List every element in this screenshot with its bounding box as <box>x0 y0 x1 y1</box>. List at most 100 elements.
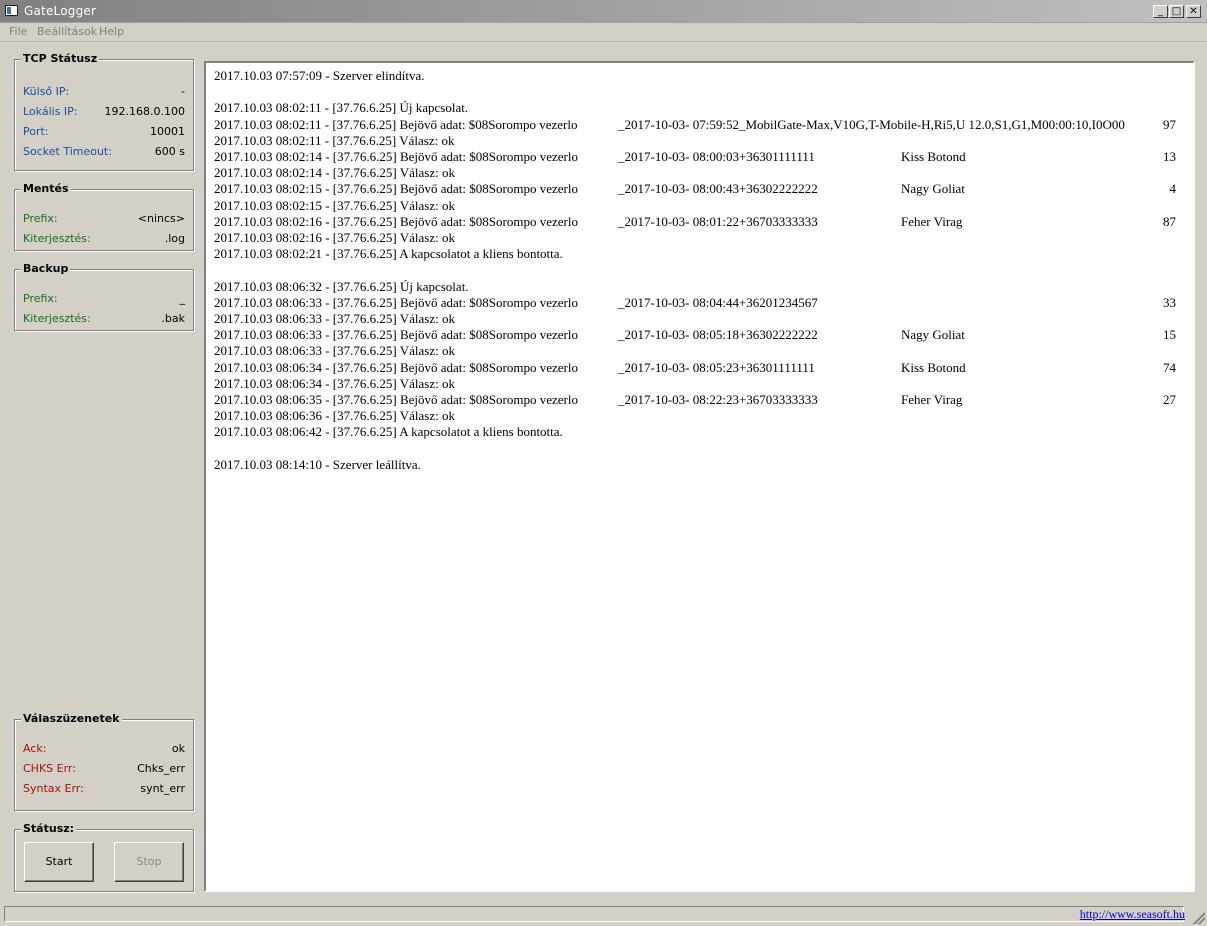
minimize-button[interactable]: _ <box>1153 5 1168 18</box>
log-name: Feher Virag <box>901 213 963 229</box>
status-bar <box>4 906 1184 922</box>
log-value: 15 <box>1163 327 1176 343</box>
row-label: Prefix: <box>23 292 58 305</box>
row-value: Chks_err <box>137 762 185 775</box>
log-text: 2017.10.03 08:02:14 - [37.76.6.25] Bejöv… <box>214 149 578 164</box>
row-value: - <box>181 85 185 98</box>
app-icon <box>5 5 18 16</box>
row-value: ok <box>171 742 185 755</box>
log-payload: _2017-10-03- 08:01:22+36703333333 <box>618 213 818 229</box>
log-name: Feher Virag <box>901 392 963 407</box>
log-text: 2017.10.03 08:02:15 - [37.76.6.25] Válas… <box>214 197 455 213</box>
log-payload: _2017-10-03- 08:00:43+36302222222 <box>618 181 818 197</box>
port-row: Port: 10001 <box>23 125 185 139</box>
row-label: Külső IP: <box>23 85 70 98</box>
log-payload: _2017-10-03- 08:05:23+36301111111 <box>618 359 815 375</box>
log-value: 74 <box>1163 359 1176 375</box>
menu-file[interactable]: File <box>9 25 27 38</box>
group-title: TCP Státusz <box>21 52 100 65</box>
ack-row: Ack: ok <box>23 742 185 756</box>
close-button[interactable]: ✕ <box>1186 5 1201 18</box>
group-title: Válaszüzenetek <box>21 712 122 725</box>
log-text: 2017.10.03 08:06:42 - [37.76.6.25] A kap… <box>214 424 563 440</box>
log-text: 2017.10.03 08:06:36 - [37.76.6.25] Válas… <box>214 408 455 424</box>
resize-grip[interactable] <box>1193 912 1205 924</box>
close-icon: ✕ <box>1189 6 1198 17</box>
log-text: 2017.10.03 08:06:32 - [37.76.6.25] Új ka… <box>214 278 469 294</box>
log-value: 13 <box>1163 149 1176 164</box>
log-payload: _2017-10-03- 08:22:23+36703333333 <box>618 392 818 407</box>
row-value: <nincs> <box>137 212 185 225</box>
log-name: Kiss Botond <box>901 149 966 164</box>
maximize-button[interactable]: □ <box>1169 5 1184 18</box>
log-value: 4 <box>1169 181 1177 197</box>
website-link[interactable]: http://www.seasoft.hu <box>1080 907 1185 922</box>
group-title: Mentés <box>21 182 71 195</box>
socket-timeout-row: Socket Timeout: 600 s <box>23 145 185 159</box>
log-text: 2017.10.03 08:06:33 - [37.76.6.25] Válas… <box>214 311 455 326</box>
syntax-err-row: Syntax Err: synt_err <box>23 782 185 796</box>
menu-bar: File Beállítások Help <box>0 23 1207 42</box>
row-label: Kiterjesztés: <box>23 232 91 245</box>
maximize-icon: □ <box>1171 6 1182 17</box>
log-text: 2017.10.03 08:06:33 - [37.76.6.25] Bejöv… <box>214 327 578 343</box>
log-text: 2017.10.03 08:02:15 - [37.76.6.25] Bejöv… <box>214 181 578 197</box>
log-text: 2017.10.03 08:02:16 - [37.76.6.25] Bejöv… <box>214 213 578 229</box>
row-value: 10001 <box>150 125 185 138</box>
log-text: 2017.10.03 08:06:34 - [37.76.6.25] Válas… <box>214 375 455 391</box>
log-payload: _2017-10-03- 08:04:44+36201234567 <box>618 294 818 310</box>
row-value: .log <box>164 232 185 245</box>
row-value: .bak <box>161 312 185 325</box>
backup-prefix-row: Prefix: _ <box>23 292 185 306</box>
log-name: Kiss Botond <box>901 359 966 375</box>
row-label: Lokális IP: <box>23 105 78 118</box>
external-ip-row: Külső IP: - <box>23 85 185 99</box>
log-text: 2017.10.03 08:02:11 - [37.76.6.25] Válas… <box>214 132 455 148</box>
log-name: Nagy Goliat <box>901 327 965 343</box>
log-text: 2017.10.03 07:57:09 - Szerver elindítva. <box>214 68 425 83</box>
log-value: 27 <box>1163 392 1176 407</box>
log-text: 2017.10.03 08:06:35 - [37.76.6.25] Bejöv… <box>214 392 578 407</box>
row-value: 192.168.0.100 <box>104 105 185 118</box>
log-text: 2017.10.03 08:06:33 - [37.76.6.25] Válas… <box>214 343 455 359</box>
valaszuzenetek-group: Válaszüzenetek Ack: ok CHKS Err: Chks_er… <box>14 712 194 811</box>
group-title: Backup <box>21 262 71 275</box>
stop-button[interactable]: Stop <box>114 842 184 882</box>
title-bar: GateLogger _ □ ✕ <box>0 0 1207 23</box>
log-text: 2017.10.03 08:06:33 - [37.76.6.25] Bejöv… <box>214 294 578 310</box>
status-group: Státusz: Start Stop <box>14 822 194 892</box>
log-value: 33 <box>1163 294 1176 310</box>
row-value: synt_err <box>140 782 185 795</box>
mentes-group: Mentés Prefix: <nincs> Kiterjesztés: .lo… <box>14 182 194 251</box>
log-text: 2017.10.03 08:06:34 - [37.76.6.25] Bejöv… <box>214 359 578 375</box>
save-prefix-row: Prefix: <nincs> <box>23 212 185 226</box>
row-label: Syntax Err: <box>23 782 84 795</box>
log-text: 2017.10.03 08:02:11 - [37.76.6.25] Bejöv… <box>214 116 578 132</box>
row-label: Port: <box>23 125 49 138</box>
log-value: 97 <box>1163 116 1176 132</box>
tcp-status-group: TCP Státusz Külső IP: - Lokális IP: 192.… <box>14 52 194 171</box>
local-ip-row: Lokális IP: 192.168.0.100 <box>23 105 185 119</box>
log-text: 2017.10.03 08:02:16 - [37.76.6.25] Válas… <box>214 230 455 245</box>
row-value: _ <box>179 292 186 305</box>
row-label: Prefix: <box>23 212 58 225</box>
backup-group: Backup Prefix: _ Kiterjesztés: .bak <box>14 262 194 331</box>
start-button[interactable]: Start <box>24 842 94 882</box>
log-panel[interactable]: 2017.10.03 07:57:09 - Szerver elindítva.… <box>204 61 1195 892</box>
chks-err-row: CHKS Err: Chks_err <box>23 762 185 776</box>
log-text: 2017.10.03 08:02:21 - [37.76.6.25] A kap… <box>214 246 563 262</box>
menu-help[interactable]: Help <box>99 25 124 38</box>
group-title: Státusz: <box>21 822 77 835</box>
log-text: 2017.10.03 08:02:11 - [37.76.6.25] Új ka… <box>214 100 469 116</box>
minimize-icon: _ <box>1158 6 1163 17</box>
log-payload: _2017-10-03- 08:05:18+36302222222 <box>618 327 818 343</box>
row-label: Socket Timeout: <box>23 145 112 158</box>
row-label: CHKS Err: <box>23 762 76 775</box>
log-text: 2017.10.03 08:14:10 - Szerver leállítva. <box>214 456 421 472</box>
backup-extension-row: Kiterjesztés: .bak <box>23 312 185 326</box>
menu-beallitasok[interactable]: Beállítások <box>37 25 97 38</box>
row-value: 600 s <box>154 145 185 158</box>
row-label: Kiterjesztés: <box>23 312 91 325</box>
row-label: Ack: <box>23 742 47 755</box>
log-name: Nagy Goliat <box>901 181 965 197</box>
